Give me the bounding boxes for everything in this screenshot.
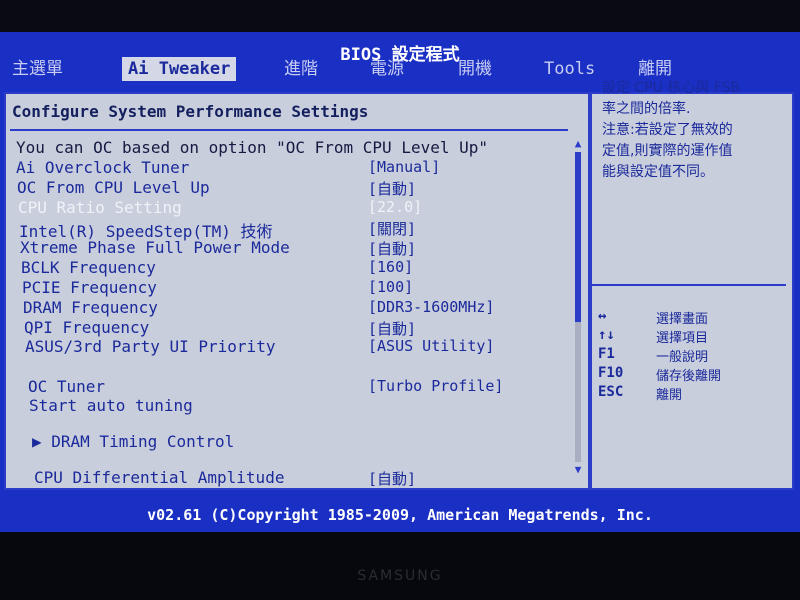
setting-cpu-ratio[interactable]: CPU Ratio Setting [22.0] — [6, 198, 566, 218]
tab-ai-tweaker[interactable]: Ai Tweaker — [122, 57, 237, 81]
help-line: 能與設定值不同。 — [602, 164, 714, 180]
key-name: ESC — [598, 384, 624, 400]
setting-label: OC From CPU Level Up — [17, 178, 210, 197]
setting-label: Ai Overclock Tuner — [16, 158, 190, 177]
setting-ai-overclock-tuner[interactable]: Ai Overclock Tuner [Manual] — [6, 158, 566, 178]
setting-value: [100] — [368, 278, 414, 296]
setting-label: ASUS/3rd Party UI Priority — [25, 337, 276, 356]
setting-label: BCLK Frequency — [21, 258, 156, 277]
key-name: F1 — [598, 346, 615, 362]
setting-label: CPU Ratio Setting — [18, 198, 182, 217]
tab-main[interactable]: 主選單 — [6, 57, 69, 81]
tab-boot[interactable]: 開機 — [452, 57, 498, 81]
key-legend-row: ESC 離開 — [598, 384, 784, 403]
scrollbar[interactable]: ▲ ▼ — [572, 138, 584, 476]
key-legend-row: F1 一般說明 — [598, 346, 784, 365]
key-name: F10 — [598, 365, 624, 381]
help-pane: 設定 CPU 核心與 FSB 率之間的倍率. 注意:若設定了無效的 定值,則實際… — [602, 78, 788, 183]
setting-label: Start auto tuning — [29, 396, 193, 415]
setting-value: [關閉] — [368, 220, 417, 238]
setting-bclk-frequency[interactable]: BCLK Frequency [160] — [6, 258, 566, 278]
tab-power[interactable]: 電源 — [364, 57, 410, 81]
help-line: 率之間的倍率. — [602, 101, 691, 117]
setting-label: DRAM Frequency — [23, 298, 158, 317]
monitor-bezel-bottom — [0, 532, 800, 600]
panel-header: Configure System Performance Settings — [12, 102, 369, 121]
setting-xtreme-phase[interactable]: Xtreme Phase Full Power Mode [自動] — [6, 238, 566, 258]
start-auto-tuning[interactable]: Start auto tuning — [6, 396, 566, 416]
bios-screen: BIOS 設定程式 主選單 Ai Tweaker 進階 電源 開機 Tools … — [0, 32, 800, 532]
key-description: 選擇畫面 — [656, 312, 709, 327]
key-description: 一般說明 — [656, 350, 709, 365]
key-legend-row: F10 儲存後離開 — [598, 365, 784, 384]
setting-qpi-frequency[interactable]: QPI Frequency [自動] — [6, 318, 566, 338]
key-legend-row: ↑↓ 選擇項目 — [598, 327, 784, 346]
submenu-dram-timing-control[interactable]: ▶ DRAM Timing Control — [6, 432, 566, 452]
key-description: 選擇項目 — [656, 331, 709, 346]
monitor-bezel-top — [0, 0, 800, 32]
setting-value: [自動] — [368, 470, 417, 488]
setting-label: ▶ DRAM Timing Control — [32, 432, 235, 451]
setting-cpu-differential-amplitude[interactable]: CPU Differential Amplitude [自動] — [6, 468, 566, 488]
setting-value: [ASUS Utility] — [368, 337, 495, 355]
setting-oc-from-cpu-level-up[interactable]: OC From CPU Level Up [自動] — [6, 178, 566, 198]
setting-pcie-frequency[interactable]: PCIE Frequency [100] — [6, 278, 566, 298]
help-divider — [588, 284, 786, 286]
setting-value: [160] — [368, 258, 414, 276]
setting-value: [Turbo Profile] — [368, 377, 504, 395]
oc-info-text: You can OC based on option "OC From CPU … — [16, 138, 489, 157]
pane-divider — [588, 94, 592, 488]
setting-value: [自動] — [368, 320, 417, 338]
setting-value: [22.0] — [368, 198, 423, 216]
setting-ui-priority[interactable]: ASUS/3rd Party UI Priority [ASUS Utility… — [6, 337, 566, 357]
scroll-thumb[interactable] — [575, 152, 581, 322]
key-description: 離開 — [656, 388, 683, 403]
help-line: 定值,則實際的運作值 — [602, 143, 733, 159]
help-line: 注意:若設定了無效的 — [602, 122, 733, 138]
setting-label: QPI Frequency — [24, 318, 150, 337]
monitor-brand-logo: SAMSUNG — [357, 568, 443, 584]
setting-speedstep[interactable]: Intel(R) SpeedStep(TM) 技術 [關閉] — [6, 218, 566, 241]
setting-label: CPU Differential Amplitude — [34, 468, 285, 487]
tab-tools[interactable]: Tools — [538, 57, 601, 81]
scroll-up-arrow-icon[interactable]: ▲ — [572, 138, 584, 150]
setting-value: [自動] — [368, 180, 417, 198]
setting-dram-frequency[interactable]: DRAM Frequency [DDR3-1600MHz] — [6, 298, 566, 318]
setting-value: [DDR3-1600MHz] — [368, 298, 495, 316]
setting-value: [Manual] — [368, 158, 441, 176]
key-name: ↔ — [598, 308, 607, 324]
setting-label: Xtreme Phase Full Power Mode — [20, 238, 290, 257]
setting-label: PCIE Frequency — [22, 278, 157, 297]
scroll-down-arrow-icon[interactable]: ▼ — [572, 464, 584, 476]
tab-advanced[interactable]: 進階 — [278, 57, 324, 81]
key-name: ↑↓ — [598, 327, 615, 343]
setting-label: OC Tuner — [28, 377, 106, 396]
setting-oc-tuner[interactable]: OC Tuner [Turbo Profile] — [6, 377, 566, 397]
setting-value: [自動] — [368, 240, 417, 258]
help-line: 設定 CPU 核心與 FSB — [602, 80, 741, 96]
copyright-text: v02.61 (C)Copyright 1985-2009, American … — [147, 506, 653, 524]
key-description: 儲存後離開 — [656, 369, 722, 384]
key-legend-row: ↔ 選擇畫面 — [598, 308, 784, 327]
header-divider — [10, 129, 568, 131]
